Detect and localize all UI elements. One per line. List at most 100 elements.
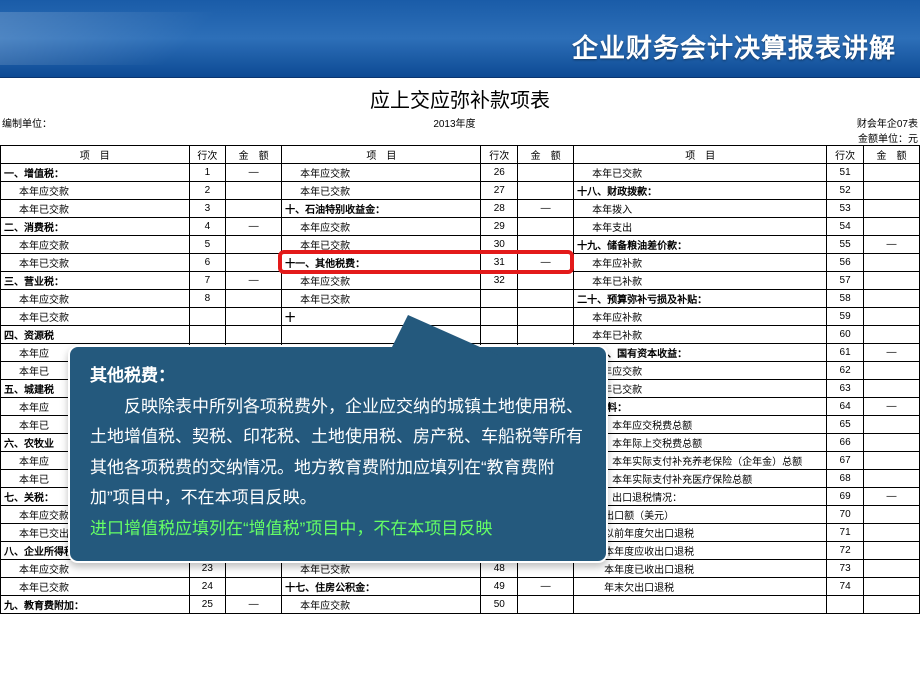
th-seq: 行次 <box>189 146 226 164</box>
item-cell: 十 <box>282 308 481 326</box>
amount-cell <box>226 290 282 308</box>
amount-cell <box>518 434 574 452</box>
item-cell: 四、资源税 <box>1 326 190 344</box>
amount-cell <box>863 326 919 344</box>
table-row: 本年应三、本年实际支付补充养老保险（企年金）总额67 <box>1 452 920 470</box>
amount-cell <box>863 362 919 380</box>
amount-cell <box>226 488 282 506</box>
table-row: 本年应交款出口额（美元）70 <box>1 506 920 524</box>
amount-cell <box>226 434 282 452</box>
amount-cell <box>518 398 574 416</box>
seq-cell <box>189 398 226 416</box>
amount-cell <box>226 578 282 596</box>
seq-cell: 27 <box>481 182 518 200</box>
table-row: 六、农牧业二、本年际上交税费总额66 <box>1 434 920 452</box>
amount-cell <box>518 326 574 344</box>
seq-cell <box>481 398 518 416</box>
amount-cell: — <box>863 344 919 362</box>
item-cell: 十九、储备粮油差价款： <box>574 236 827 254</box>
amount-cell <box>226 182 282 200</box>
seq-cell: 8 <box>189 290 226 308</box>
item-cell: 本年已交出口关税 <box>1 524 190 542</box>
item-cell <box>282 488 481 506</box>
table-row: 二、消费税：4—本年应交款29本年支出54 <box>1 218 920 236</box>
seq-cell: 60 <box>827 326 864 344</box>
seq-cell <box>189 488 226 506</box>
item-cell <box>282 434 481 452</box>
table-row: 本年应二十一、国有资本收益：61— <box>1 344 920 362</box>
seq-cell <box>189 506 226 524</box>
table-row: 八、企业所得税：22—本年应交款47本年度应收出口退税72 <box>1 542 920 560</box>
th-item: 项 目 <box>1 146 190 164</box>
seq-cell: 50 <box>481 596 518 614</box>
item-cell: 六、农牧业 <box>1 434 190 452</box>
item-cell: 本年应交款 <box>282 218 481 236</box>
seq-cell: 51 <box>827 164 864 182</box>
amount-cell <box>518 506 574 524</box>
amount-cell: — <box>518 254 574 272</box>
amount-cell <box>518 290 574 308</box>
table-row: 本年已交款6十一、其他税费：31—本年应补款56 <box>1 254 920 272</box>
seq-cell: 63 <box>827 380 864 398</box>
seq-cell: 71 <box>827 524 864 542</box>
seq-cell: 49 <box>481 578 518 596</box>
amount-cell <box>226 452 282 470</box>
item-cell: 本年已 <box>1 362 190 380</box>
table-row: 本年已交款24十七、住房公积金：49—年末欠出口退税74 <box>1 578 920 596</box>
item-cell: 一、本年应交税费总额 <box>574 416 827 434</box>
seq-cell: 32 <box>481 272 518 290</box>
item-cell: 本年支出 <box>574 218 827 236</box>
item-cell: 本年应交款 <box>1 236 190 254</box>
amount-cell <box>518 452 574 470</box>
amount-cell <box>518 560 574 578</box>
item-cell: 本年已交款 <box>1 578 190 596</box>
th-item: 项 目 <box>574 146 827 164</box>
item-cell <box>282 380 481 398</box>
amount-cell <box>863 434 919 452</box>
item-cell: 本年已交款 <box>1 308 190 326</box>
table-row: 本年应交款8本年已交款二十、预算弥补亏损及补贴：58 <box>1 290 920 308</box>
amount-cell <box>863 182 919 200</box>
amount-cell <box>863 290 919 308</box>
seq-cell: 64 <box>827 398 864 416</box>
amount-cell <box>863 164 919 182</box>
table-row: 本年应补充资料：64— <box>1 398 920 416</box>
seq-cell <box>189 326 226 344</box>
seq-cell: 48 <box>481 560 518 578</box>
meta-row: 编制单位： 2013年度 财会年企07表 金额单位：元 <box>0 115 920 145</box>
item-cell: 一、增值税： <box>1 164 190 182</box>
item-cell: 二、本年际上交税费总额 <box>574 434 827 452</box>
amount-cell <box>226 560 282 578</box>
seq-cell <box>481 452 518 470</box>
table-row: 本年已交出口关税21十六、生育保险：46—以前年度欠出口退税71 <box>1 524 920 542</box>
amount-cell <box>226 254 282 272</box>
th-amt: 金 额 <box>518 146 574 164</box>
amount-cell <box>226 506 282 524</box>
seq-cell: 47 <box>481 542 518 560</box>
amount-cell <box>226 236 282 254</box>
amount-cell <box>518 416 574 434</box>
amount-cell <box>518 236 574 254</box>
item-cell: 本年度应收出口退税 <box>574 542 827 560</box>
amount-cell <box>863 200 919 218</box>
item-cell: 本年已补款 <box>574 326 827 344</box>
table-row: 五、城建税本年已交款63 <box>1 380 920 398</box>
item-cell <box>282 398 481 416</box>
item-cell: 三、营业税： <box>1 272 190 290</box>
amount-cell: — <box>518 200 574 218</box>
seq-cell <box>481 290 518 308</box>
seq-cell: 7 <box>189 272 226 290</box>
seq-cell <box>481 344 518 362</box>
seq-cell <box>189 308 226 326</box>
corner-top: 财会年企07表 <box>857 119 918 130</box>
seq-cell: 6 <box>189 254 226 272</box>
amount-cell <box>518 596 574 614</box>
amount-cell <box>863 560 919 578</box>
item-cell: 本年应 <box>1 452 190 470</box>
item-cell: 本年已补款 <box>574 272 827 290</box>
seq-cell: 70 <box>827 506 864 524</box>
seq-cell: 56 <box>827 254 864 272</box>
item-cell <box>282 452 481 470</box>
amount-cell <box>518 470 574 488</box>
amount-cell <box>863 596 919 614</box>
